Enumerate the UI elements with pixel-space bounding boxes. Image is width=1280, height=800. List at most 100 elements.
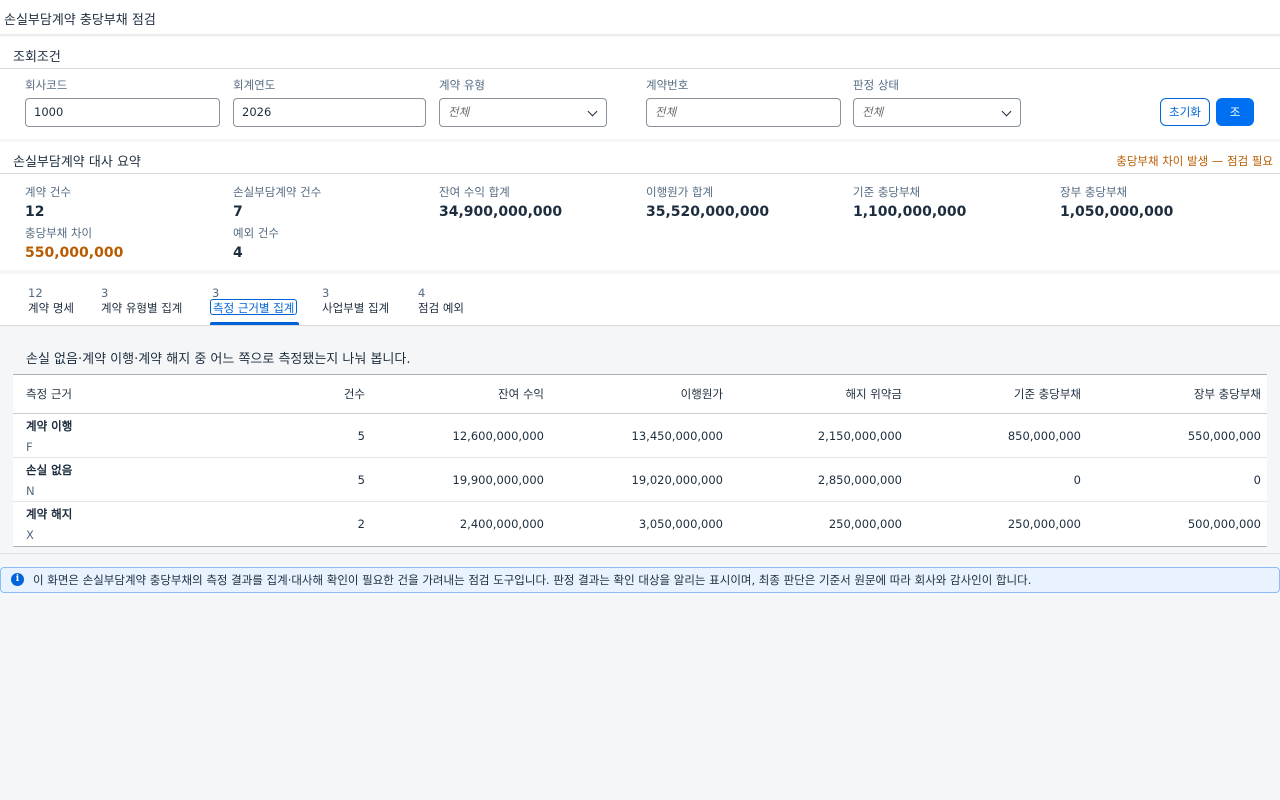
book-provision-cell: 500,000,000 [1187, 517, 1261, 531]
chevron-down-icon [587, 106, 598, 117]
info-message-strip: i 이 화면은 손실부담계약 충당부채의 측정 결과를 집계·대사해 확인이 필… [0, 567, 1280, 593]
tab-label: 점검 예외 [418, 301, 464, 315]
contract-type-field-group: 계약 유형 전체 [439, 77, 607, 127]
penalty-cell: 2,150,000,000 [817, 429, 902, 443]
active-tab-indicator [210, 322, 299, 325]
info-icon: i [11, 573, 24, 586]
fiscal-year-input[interactable]: 2026 [233, 98, 426, 127]
contract-type-label: 계약 유형 [439, 78, 485, 92]
kpi-value: 4 [233, 245, 243, 261]
revenue-cell: 19,900,000,000 [452, 473, 544, 487]
tab-count: 3 [101, 286, 109, 300]
column-header[interactable]: 기준 충당부채 [1014, 386, 1081, 402]
cost-cell: 3,050,000,000 [638, 517, 723, 531]
filter-section-header: 조회조건 [0, 37, 1280, 69]
count-cell: 2 [357, 517, 365, 531]
column-header[interactable]: 건수 [344, 386, 365, 402]
contract-type-select[interactable]: 전체 [439, 98, 607, 127]
basis-code: F [26, 440, 33, 454]
tab-count: 3 [322, 286, 330, 300]
judgment-status-select[interactable]: 전체 [853, 98, 1021, 127]
kpi-value: 550,000,000 [25, 245, 124, 261]
basis-code: N [26, 484, 35, 498]
tab-label: 계약 유형별 집계 [101, 301, 183, 315]
filter-section-title: 조회조건 [13, 50, 61, 65]
warning-message: 충당부채 차이 발생 — 점검 필요 [1116, 154, 1273, 168]
company-code-field-group: 회사코드 1000 [25, 77, 220, 127]
contract-no-input[interactable]: 전체 [646, 98, 841, 127]
contract-no-label: 계약번호 [646, 78, 689, 92]
kpi-value: 1,100,000,000 [853, 204, 967, 220]
std-provision-cell: 250,000,000 [1007, 517, 1081, 531]
tab-bar: 12 계약 명세 3 계약 유형별 집계 3 측정 근거별 집계 3 사업부별 … [0, 274, 1280, 326]
kpi-value: 1,050,000,000 [1060, 204, 1174, 220]
kpi-label: 기준 충당부채 [853, 185, 921, 199]
basis-name: 계약 해지 [26, 507, 73, 521]
book-provision-cell: 550,000,000 [1187, 429, 1261, 443]
column-header[interactable]: 이행원가 [681, 386, 723, 402]
tab-by-contract-type[interactable]: 3 계약 유형별 집계 [101, 286, 182, 316]
basis-name: 계약 이행 [26, 419, 73, 433]
fiscal-year-label: 회계연도 [233, 78, 276, 92]
table-row[interactable]: 손실 없음 N 5 19,900,000,000 19,020,000,000 … [13, 458, 1267, 502]
tab-by-measurement-basis[interactable]: 3 측정 근거별 집계 [210, 286, 298, 315]
tab-contract-details[interactable]: 12 계약 명세 [28, 286, 74, 316]
tab-count: 12 [28, 286, 43, 300]
kpi-label: 이행원가 합계 [646, 185, 714, 199]
cost-cell: 13,450,000,000 [631, 429, 723, 443]
table-row[interactable]: 계약 이행 F 5 12,600,000,000 13,450,000,000 … [13, 414, 1267, 458]
kpi-contract-count: 계약 건수 12 [25, 185, 71, 221]
penalty-cell: 250,000,000 [828, 517, 902, 531]
tab-count: 4 [418, 286, 426, 300]
tab-count: 3 [212, 286, 220, 300]
column-header[interactable]: 측정 근거 [26, 386, 72, 402]
search-button[interactable]: 조회 [1216, 98, 1254, 145]
std-provision-cell: 0 [1073, 473, 1081, 487]
tab-label: 계약 명세 [28, 301, 74, 315]
summary-section-title: 손실부담계약 대사 요약 [13, 155, 141, 170]
count-cell: 5 [357, 429, 365, 443]
kpi-remaining-revenue: 잔여 수익 합계 34,900,000,000 [439, 185, 562, 221]
kpi-fulfillment-cost: 이행원가 합계 35,520,000,000 [646, 185, 769, 221]
tab-by-business-unit[interactable]: 3 사업부별 집계 [322, 286, 389, 316]
count-cell: 5 [357, 473, 365, 487]
penalty-cell: 2,850,000,000 [817, 473, 902, 487]
column-header[interactable]: 잔여 수익 [498, 386, 544, 402]
chevron-down-icon [1001, 106, 1012, 117]
table-row[interactable]: 계약 해지 X 2 2,400,000,000 3,050,000,000 25… [13, 502, 1267, 546]
kpi-value: 35,520,000,000 [646, 204, 770, 220]
judgment-status-select-value: 전체 [862, 105, 884, 119]
kpi-provision-difference: 충당부채 차이 550,000,000 [25, 226, 123, 262]
page-title: 손실부담계약 충당부채 점검 [0, 0, 1280, 34]
kpi-exception-count: 예외 건수 4 [233, 226, 279, 262]
tab-label: 측정 근거별 집계 [210, 299, 298, 315]
tab-exceptions[interactable]: 4 점검 예외 [418, 286, 464, 316]
table-header-row: 측정 근거 건수 잔여 수익 이행원가 해지 위약금 기준 충당부채 장부 충당… [13, 375, 1267, 414]
basis-code: X [26, 528, 34, 542]
kpi-book-provision: 장부 충당부채 1,050,000,000 [1060, 185, 1173, 221]
kpi-label: 충당부채 차이 [25, 226, 93, 240]
summary-section-header: 손실부담계약 대사 요약 충당부채 차이 발생 — 점검 필요 [0, 142, 1280, 174]
info-message-text: 이 화면은 손실부담계약 충당부채의 측정 결과를 집계·대사해 확인이 필요한… [33, 573, 1032, 587]
summary-kpis: 계약 건수 12 손실부담계약 건수 7 잔여 수익 합계 34,900,000… [0, 174, 1280, 270]
basis-name: 손실 없음 [26, 463, 73, 477]
column-header[interactable]: 해지 위약금 [845, 386, 902, 402]
reset-button[interactable]: 초기화 [1160, 98, 1210, 126]
content-divider [0, 553, 1280, 554]
company-code-input[interactable]: 1000 [25, 98, 220, 127]
kpi-label: 잔여 수익 합계 [439, 185, 510, 199]
column-header[interactable]: 장부 충당부채 [1194, 386, 1261, 402]
table-description: 손실 없음·계약 이행·계약 해지 중 어느 쪽으로 측정됐는지 나눠 봅니다. [26, 352, 411, 367]
kpi-standard-provision: 기준 충당부채 1,100,000,000 [853, 185, 966, 221]
kpi-onerous-count: 손실부담계약 건수 7 [233, 185, 321, 221]
book-provision-cell: 0 [1253, 473, 1261, 487]
contract-no-field-group: 계약번호 전체 [646, 77, 841, 127]
std-provision-cell: 850,000,000 [1007, 429, 1081, 443]
filter-bar: 회사코드 1000 회계연도 2026 계약 유형 전체 계약번호 전체 판정 … [0, 69, 1280, 139]
kpi-value: 12 [25, 204, 45, 220]
kpi-value: 34,900,000,000 [439, 204, 563, 220]
kpi-label: 계약 건수 [25, 185, 71, 199]
judgment-status-field-group: 판정 상태 전체 [853, 77, 1021, 127]
kpi-label: 장부 충당부채 [1060, 185, 1128, 199]
fiscal-year-field-group: 회계연도 2026 [233, 77, 426, 127]
